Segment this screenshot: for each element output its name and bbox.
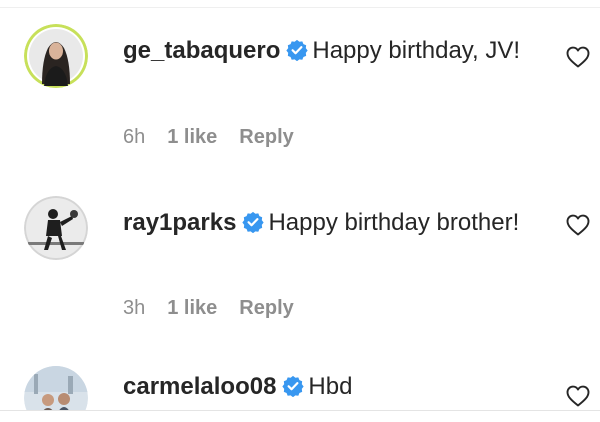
comment-likes[interactable]: 1 like (167, 126, 217, 148)
comment-username[interactable]: ge_tabaquero (123, 37, 280, 64)
verified-badge-icon (282, 375, 305, 397)
bottom-divider (0, 410, 600, 411)
like-heart-icon[interactable] (566, 385, 590, 407)
comment-text: Happy birthday brother! (268, 209, 520, 236)
comment-body: carmelaloo08 Hbd (123, 369, 543, 404)
comment-username[interactable]: ray1parks (123, 209, 236, 236)
avatar[interactable] (24, 366, 88, 410)
comment-body: ray1parks Happy birthday brother! (123, 205, 543, 240)
like-heart-icon[interactable] (566, 214, 590, 236)
verified-badge-icon (242, 211, 265, 233)
comment-text: Happy birthday, JV! (312, 37, 521, 64)
avatar-photo (24, 196, 88, 260)
avatar[interactable] (24, 196, 88, 260)
reply-button[interactable]: Reply (239, 126, 293, 148)
like-heart-icon[interactable] (566, 46, 590, 68)
comment-likes[interactable]: 1 like (167, 297, 217, 319)
comment-time[interactable]: 6h (123, 126, 145, 148)
comment-time[interactable]: 3h (123, 297, 145, 319)
avatar-photo (24, 366, 88, 410)
reply-button[interactable]: Reply (239, 297, 293, 319)
verified-badge-icon (286, 39, 309, 61)
comment-meta: 3h 1 like Reply (123, 297, 316, 320)
avatar-photo (24, 24, 88, 88)
comment-username[interactable]: carmelaloo08 (123, 373, 276, 400)
comments-list: ge_tabaquero Happy birthday, JV! 6h 1 like… (0, 8, 600, 410)
comment-body: ge_tabaquero Happy birthday, JV! (123, 33, 543, 68)
comments-panel: ge_tabaquero Happy birthday, JV! 6h 1 like… (0, 0, 600, 422)
comment-meta: 6h 1 like Reply (123, 126, 316, 149)
avatar[interactable] (24, 24, 88, 88)
comment-text: Hbd (308, 373, 353, 400)
